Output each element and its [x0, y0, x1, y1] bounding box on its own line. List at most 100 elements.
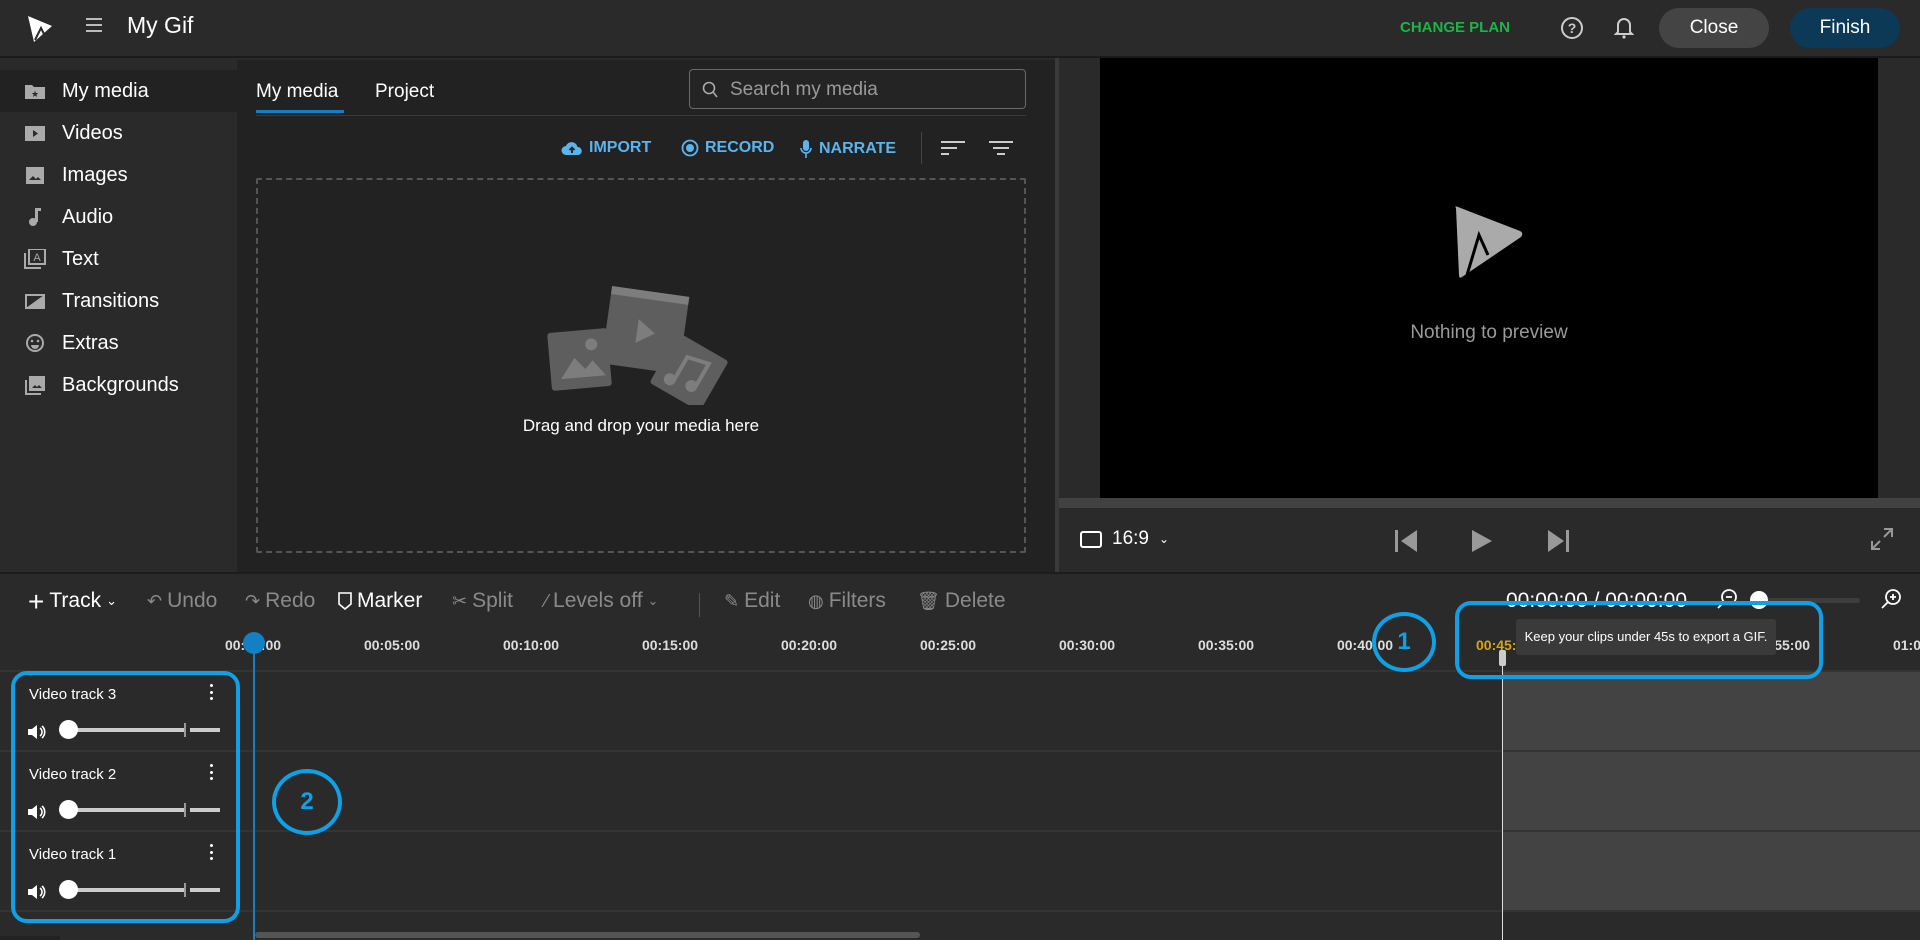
annotation-marker-1: 1	[1372, 612, 1436, 672]
hamburger-menu-icon[interactable]	[86, 18, 102, 32]
drop-zone-text: Drag and drop your media here	[522, 416, 760, 435]
filter-icon[interactable]	[989, 140, 1013, 156]
edit-button[interactable]: ✎ Edit	[724, 589, 780, 613]
sidebar-item-transitions[interactable]: Transitions	[0, 280, 237, 322]
sidebar-item-audio[interactable]: Audio	[0, 196, 237, 238]
ruler-tick-label: 00:35:00	[1197, 637, 1255, 653]
tab-project[interactable]: Project	[375, 81, 434, 103]
over-limit-area	[1503, 832, 1920, 910]
ruler-tick-label: 00:15:00	[641, 637, 699, 653]
playhead-handle[interactable]	[243, 632, 265, 654]
video-icon	[24, 123, 46, 143]
cloud-upload-icon	[561, 142, 582, 155]
sidebar-item-label: Videos	[62, 121, 123, 144]
delete-button[interactable]: 🗑 Delete	[917, 589, 1006, 613]
sidebar: ★ My media Videos Images Audio A Text Tr…	[0, 60, 237, 572]
search-placeholder: Search my media	[730, 79, 878, 100]
sidebar-item-backgrounds[interactable]: Backgrounds	[0, 364, 237, 406]
ruler-tick-label: 00:05:00	[363, 637, 421, 653]
redo-icon: ↷	[245, 590, 261, 611]
microphone-icon	[800, 140, 812, 158]
project-title[interactable]: My Gif	[127, 12, 193, 39]
over-limit-area	[1503, 752, 1920, 830]
preview-progress-bar[interactable]	[1059, 498, 1920, 508]
change-plan-link[interactable]: CHANGE PLAN	[1400, 19, 1510, 36]
redo-button[interactable]: ↷ Redo	[245, 589, 315, 613]
wand-icon: ⁄	[545, 590, 549, 611]
timeline-border	[0, 572, 1920, 574]
over-limit-area	[1503, 672, 1920, 750]
sidebar-item-my-media[interactable]: ★ My media	[0, 70, 237, 112]
sidebar-item-label: Backgrounds	[62, 373, 179, 396]
sidebar-item-label: My media	[62, 79, 149, 102]
scroll-track	[0, 936, 60, 940]
svg-text:A: A	[33, 252, 41, 264]
pencil-icon: ✎	[724, 590, 740, 611]
undo-icon: ↶	[147, 590, 163, 611]
annotation-box-1	[1455, 601, 1823, 679]
marker-button[interactable]: Marker	[338, 589, 422, 613]
empty-preview-text: Nothing to preview	[1410, 322, 1568, 343]
ruler-tick-label: 00:20:00	[780, 637, 838, 653]
skip-forward-icon[interactable]	[1546, 530, 1570, 552]
record-button[interactable]: RECORD	[681, 139, 774, 157]
svg-text:★: ★	[31, 89, 39, 99]
ruler-tick-label: 00:10:00	[502, 637, 560, 653]
annotation-box-2	[11, 671, 240, 923]
scissors-icon: ✂	[452, 590, 468, 611]
top-bar: My Gif CHANGE PLAN ? Close Finish	[0, 0, 1920, 58]
import-button[interactable]: IMPORT	[561, 139, 651, 157]
sidebar-item-label: Images	[62, 163, 128, 186]
zoom-in-icon[interactable]	[1880, 588, 1902, 610]
sidebar-item-label: Text	[62, 247, 99, 270]
text-icon: A	[24, 249, 46, 269]
sidebar-item-videos[interactable]: Videos	[0, 112, 237, 154]
track-lane-3[interactable]	[0, 670, 1920, 750]
sidebar-item-images[interactable]: Images	[0, 154, 237, 196]
narrate-button[interactable]: NARRATE	[799, 139, 896, 159]
horizontal-scrollbar[interactable]	[255, 932, 920, 938]
tab-my-media[interactable]: My media	[256, 81, 338, 103]
bell-icon[interactable]	[1614, 15, 1634, 39]
tabs-divider	[256, 115, 1026, 116]
fullscreen-icon[interactable]	[1870, 527, 1894, 551]
plus-icon: +	[28, 585, 45, 617]
sidebar-item-extras[interactable]: Extras	[0, 322, 237, 364]
filters-icon: ◍	[808, 590, 824, 611]
help-icon[interactable]: ?	[1561, 17, 1583, 39]
transition-icon	[24, 291, 46, 311]
media-placeholder-illustration	[547, 286, 728, 405]
play-icon[interactable]	[1472, 530, 1492, 552]
backgrounds-icon	[24, 375, 46, 395]
sidebar-item-text[interactable]: A Text	[0, 238, 237, 280]
ruler-tick-label: 00:25:00	[919, 637, 977, 653]
skip-back-icon[interactable]	[1395, 530, 1419, 552]
add-track-button[interactable]: + Track ⌄	[28, 585, 117, 617]
marker-icon	[338, 592, 352, 610]
sidebar-item-label: Transitions	[62, 289, 160, 312]
search-icon	[702, 81, 718, 98]
sort-icon[interactable]	[941, 140, 965, 156]
aspect-ratio-dropdown[interactable]: 16:9 ⌄	[1080, 528, 1169, 550]
playhead-line	[253, 650, 255, 940]
search-input[interactable]: Search my media	[689, 69, 1026, 109]
track-lane-1[interactable]	[0, 830, 1920, 910]
levels-dropdown[interactable]: ⁄ Levels off ⌄	[545, 589, 658, 613]
split-button[interactable]: ✂ Split	[452, 589, 513, 613]
undo-button[interactable]: ↶ Undo	[147, 589, 217, 613]
preview-logo-icon	[1455, 206, 1523, 278]
record-icon	[681, 139, 699, 157]
sidebar-item-label: Extras	[62, 331, 119, 354]
close-button[interactable]: Close	[1659, 8, 1769, 48]
chevron-down-icon: ⌄	[106, 593, 117, 608]
toolbar-divider	[921, 132, 922, 164]
logo-icon[interactable]	[26, 14, 54, 44]
chevron-down-icon: ⌄	[1158, 532, 1170, 546]
music-note-icon	[24, 207, 46, 227]
ruler-tick-label: 00:30:00	[1058, 637, 1116, 653]
finish-button[interactable]: Finish	[1790, 8, 1900, 48]
annotation-marker-2: 2	[272, 769, 342, 835]
image-icon	[24, 165, 46, 185]
filters-button[interactable]: ◍ Filters	[808, 589, 886, 613]
toolbar-divider	[699, 593, 700, 617]
